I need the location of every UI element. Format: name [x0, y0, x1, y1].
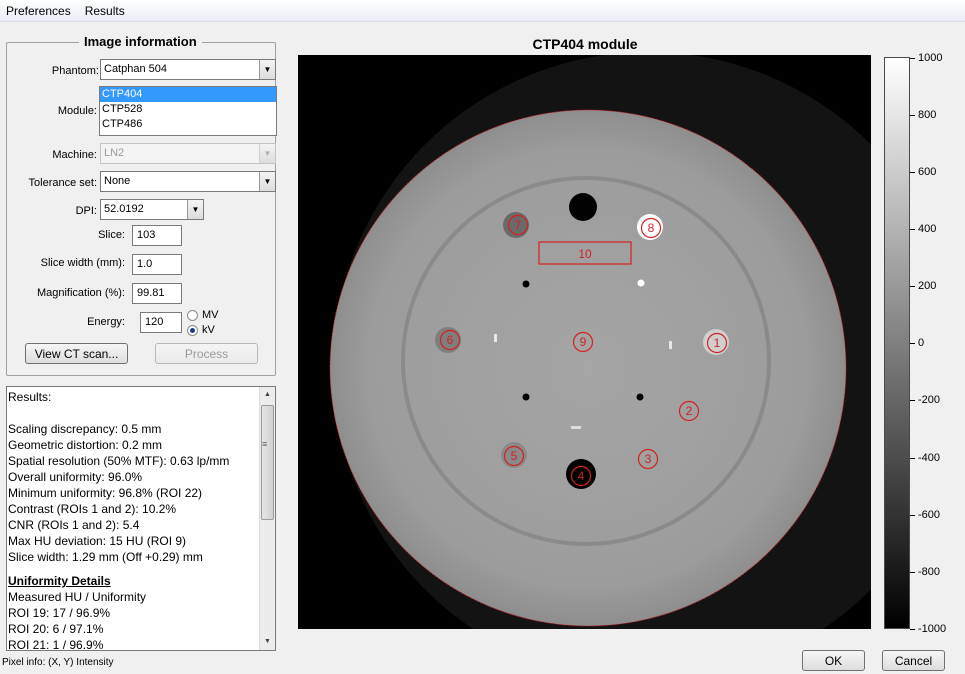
colorbar-tick: 0	[910, 337, 924, 349]
phantom-select[interactable]: Catphan 504 ▼	[100, 59, 276, 80]
energy-input[interactable]: 120	[140, 312, 182, 333]
colorbar-tick: -200	[910, 394, 940, 406]
colorbar-tick: -800	[910, 566, 940, 578]
uniformity-line: ROI 20: 6 / 97.1%	[8, 622, 104, 636]
machine-value: LN2	[104, 147, 125, 159]
chevron-down-icon[interactable]: ▼	[187, 200, 203, 219]
uniformity-heading: Uniformity Details	[8, 574, 111, 588]
results-box[interactable]: Results: Scaling discrepancy: 0.5 mm Geo…	[6, 386, 276, 651]
ok-button[interactable]: OK	[802, 650, 865, 671]
plot-title: CTP404 module	[532, 36, 638, 52]
slice-label: Slice:	[98, 229, 125, 241]
wire-ramp	[669, 341, 672, 349]
view-ct-scan-button[interactable]: View CT scan...	[25, 343, 128, 364]
result-line: Scaling discrepancy: 0.5 mm	[8, 422, 162, 436]
module-label: Module:	[57, 105, 97, 117]
energy-kv-radio[interactable]: kV	[187, 324, 215, 336]
colorbar-tick: 1000	[910, 52, 942, 64]
slice-width-label: Slice width (mm):	[40, 257, 125, 269]
uniformity-line: ROI 21: 1 / 96.9%	[8, 638, 104, 651]
uniformity-line: ROI 19: 17 / 96.9%	[8, 606, 111, 620]
chevron-down-icon[interactable]: ▼	[259, 144, 275, 163]
air-insert	[569, 193, 597, 221]
radio-unchecked-icon	[187, 309, 198, 321]
wire-ramp	[494, 334, 497, 342]
pixel-info-status: Pixel info: (X, Y) Intensity	[2, 657, 114, 668]
results-title: Results:	[8, 390, 52, 404]
colorbar	[884, 57, 910, 629]
results-text: Results: Scaling discrepancy: 0.5 mm Geo…	[8, 388, 260, 651]
dpi-label: DPI:	[75, 205, 97, 217]
module-listbox[interactable]: CTP404 CTP528 CTP486	[99, 86, 277, 136]
dpi-select[interactable]: 52.0192 ▼	[100, 199, 204, 220]
module-option-ctp486[interactable]: CTP486	[100, 117, 276, 132]
geometry-pin	[522, 393, 530, 401]
ct-scan-image[interactable]: 1 2 3 4 5 6 7 8 9 10	[298, 55, 871, 629]
menu-bar: Preferences Results	[0, 0, 965, 22]
roi-label: 4	[578, 469, 585, 483]
radio-checked-icon	[187, 324, 198, 336]
result-line: Minimum uniformity: 96.8% (ROI 22)	[8, 486, 203, 500]
result-line: Geometric distortion: 0.2 mm	[8, 438, 163, 452]
roi-label: 2	[686, 404, 693, 418]
machine-label: Machine:	[52, 149, 97, 161]
result-line: Spatial resolution (50% MTF): 0.63 lp/mm	[8, 454, 230, 468]
chevron-down-icon[interactable]: ▼	[259, 60, 275, 79]
cancel-button[interactable]: Cancel	[882, 650, 945, 671]
roi-label: 3	[645, 452, 652, 466]
dpi-value: 52.0192	[104, 203, 144, 215]
magnification-input[interactable]: 99.81	[132, 283, 182, 304]
roi-label: 9	[580, 335, 587, 349]
colorbar-tick: 200	[910, 280, 936, 292]
result-line: CNR (ROIs 1 and 2): 5.4	[8, 518, 140, 532]
phantom-label: Phantom:	[51, 65, 99, 77]
slice-width-input[interactable]: 1.0	[132, 254, 182, 275]
roi-label: 10	[578, 247, 592, 261]
colorbar-tick: 600	[910, 166, 936, 178]
results-scrollbar[interactable]: ▲ ≡ ▼	[259, 387, 275, 650]
chevron-down-icon[interactable]: ▼	[259, 172, 275, 191]
colorbar-tick: -600	[910, 509, 940, 521]
result-line: Contrast (ROIs 1 and 2): 10.2%	[8, 502, 177, 516]
energy-kv-label: kV	[202, 324, 215, 336]
colorbar-tick: -400	[910, 452, 940, 464]
energy-mv-radio[interactable]: MV	[187, 309, 219, 321]
colorbar-tick: 400	[910, 223, 936, 235]
result-line: Slice width: 1.29 mm (Off +0.29) mm	[8, 550, 203, 564]
roi-label: 8	[648, 221, 655, 235]
energy-label: Energy:	[87, 316, 125, 328]
scroll-down-icon[interactable]: ▼	[260, 634, 275, 650]
module-option-ctp404[interactable]: CTP404	[100, 87, 276, 102]
roi-label: 1	[714, 336, 721, 350]
phantom-value: Catphan 504	[104, 63, 167, 75]
scroll-up-icon[interactable]: ▲	[260, 387, 275, 403]
roi-label: 7	[515, 218, 522, 232]
image-information-panel: Image information Phantom: Catphan 504 ▼…	[6, 34, 277, 376]
menu-results[interactable]: Results	[79, 0, 133, 22]
module-option-ctp528[interactable]: CTP528	[100, 102, 276, 117]
result-line: Max HU deviation: 15 HU (ROI 9)	[8, 534, 187, 548]
roi-label: 5	[511, 449, 518, 463]
tolerance-select[interactable]: None ▼	[100, 171, 276, 192]
slice-input[interactable]: 103	[132, 225, 182, 246]
geometry-pin	[637, 279, 645, 287]
process-button[interactable]: Process	[155, 343, 258, 364]
menu-preferences[interactable]: Preferences	[0, 0, 79, 22]
result-line: Overall uniformity: 96.0%	[8, 470, 143, 484]
roi-label: 6	[447, 333, 454, 347]
scrollbar-thumb[interactable]	[261, 405, 274, 520]
uniformity-line: Measured HU / Uniformity	[8, 590, 147, 604]
magnification-label: Magnification (%):	[36, 287, 125, 299]
colorbar-tick: -1000	[910, 623, 946, 635]
tolerance-value: None	[104, 175, 131, 187]
geometry-pin	[522, 280, 530, 288]
machine-select[interactable]: LN2 ▼	[100, 143, 276, 164]
wire-ramp	[571, 426, 581, 429]
geometry-pin	[636, 393, 644, 401]
panel-title: Image information	[79, 34, 202, 49]
grip-icon: ≡	[262, 439, 268, 449]
tolerance-label: Tolerance set:	[28, 177, 97, 189]
energy-mv-label: MV	[202, 309, 219, 321]
colorbar-tick: 800	[910, 109, 936, 121]
